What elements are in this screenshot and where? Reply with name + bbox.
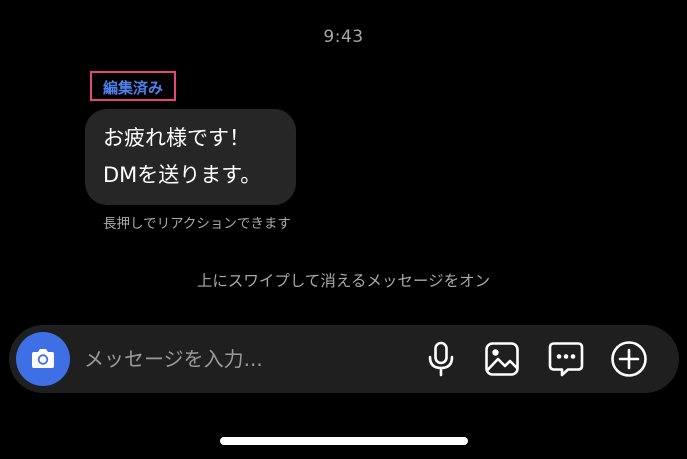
microphone-icon <box>428 341 454 377</box>
message-line-2: DMを送ります。 <box>103 163 262 187</box>
reaction-hint: 長押しでリアクションできます <box>103 216 291 232</box>
home-indicator[interactable] <box>220 437 468 445</box>
gallery-button[interactable] <box>482 339 522 379</box>
message-timestamp: 9:43 <box>323 27 364 47</box>
sticker-icon <box>548 342 584 377</box>
camera-icon <box>32 349 54 368</box>
vanish-mode-prompt[interactable]: 上にスワイプして消えるメッセージをオン <box>0 269 687 291</box>
message-composer <box>9 325 679 393</box>
microphone-button[interactable] <box>421 339 461 379</box>
edited-label: 編集済み <box>90 71 177 101</box>
sticker-button[interactable] <box>546 339 586 379</box>
image-icon <box>485 342 519 376</box>
message-line-1: お疲れ様です！ <box>103 126 250 150</box>
dm-thread-screen: 9:43 編集済み お疲れ様です！ DMを送ります。 長押しでリアクションできま… <box>0 0 687 459</box>
more-button[interactable] <box>609 339 649 379</box>
message-input[interactable] <box>84 341 394 377</box>
message-bubble[interactable]: お疲れ様です！ DMを送ります。 <box>85 109 296 205</box>
plus-circle-icon <box>611 341 647 377</box>
camera-button[interactable] <box>16 332 70 386</box>
